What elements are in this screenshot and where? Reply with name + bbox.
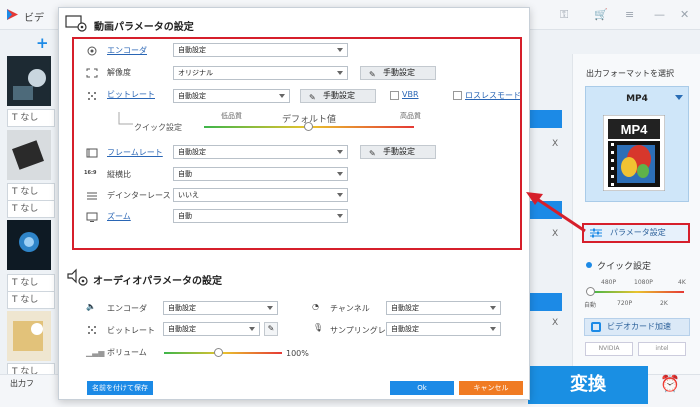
output-format-label: 出力フォーマットを選択 xyxy=(586,69,674,78)
format-name: MP4 xyxy=(626,94,648,104)
subtitle-selector[interactable]: T なし xyxy=(7,291,55,309)
audio-section-title: オーディオパラメータの設定 xyxy=(93,276,222,287)
cart-icon[interactable]: 🛒 xyxy=(594,8,608,21)
app-window: ビデ ⚿ 🛒 ≡ — ✕ + T なし T なし T なし T なし T なし … xyxy=(0,0,700,407)
subtitle-selector[interactable]: T なし xyxy=(7,109,55,127)
list-item-marker xyxy=(530,201,562,219)
tick-label: 480P xyxy=(601,279,617,286)
alarm-clock-icon[interactable]: ⏰ xyxy=(660,374,680,393)
tick-label: 4K xyxy=(678,279,686,286)
audio-bitrate-label: ビットレート xyxy=(107,326,155,335)
minimize-icon[interactable]: — xyxy=(654,8,665,21)
quick-setting-title: クイック設定 xyxy=(597,262,652,272)
channel-icon: ◔ xyxy=(312,302,319,311)
video-section-title: 動画パラメータの設定 xyxy=(94,22,194,33)
microphone-icon: 🎙 xyxy=(313,323,324,332)
close-icon[interactable]: ✕ xyxy=(680,8,689,21)
gpu-acceleration-label: ビデオカード加速 xyxy=(607,322,671,331)
ok-button[interactable]: Ok xyxy=(390,381,454,395)
mp4-icon-text: MP4 xyxy=(621,122,649,137)
save-as-button[interactable]: 名前を付けて保存 xyxy=(87,381,153,395)
remove-item-icon[interactable]: X xyxy=(552,318,558,328)
convert-button[interactable]: 変換 xyxy=(528,366,648,404)
video-thumbnail[interactable] xyxy=(7,56,51,106)
subtitle-selector[interactable]: T なし xyxy=(7,274,55,292)
add-file-button[interactable]: + xyxy=(36,34,49,52)
volume-value: 100% xyxy=(286,349,309,358)
format-selector[interactable]: MP4 MP4 xyxy=(585,86,689,202)
cancel-button[interactable]: キャンセル xyxy=(459,381,523,395)
quick-setting-slider-track[interactable] xyxy=(590,291,684,293)
output-folder-label: 出力フ xyxy=(10,379,34,388)
menu-icon[interactable]: ≡ xyxy=(625,8,634,21)
video-thumbnail[interactable] xyxy=(7,220,51,270)
audio-encoder-select[interactable]: 自動設定 xyxy=(163,301,278,315)
app-title: ビデ xyxy=(24,13,44,24)
sampling-rate-select[interactable]: 自動設定 xyxy=(386,322,501,336)
volume-slider-knob[interactable] xyxy=(214,348,223,357)
speaker-icon: 🔈 xyxy=(86,302,96,311)
volume-label: ボリューム xyxy=(107,348,147,357)
parameter-settings-button[interactable]: パラメータ設定 xyxy=(582,223,690,243)
sliders-icon xyxy=(590,228,602,238)
intel-badge: intel xyxy=(638,342,686,356)
highlight-box xyxy=(72,37,522,250)
chevron-down-icon xyxy=(675,95,683,100)
video-settings-icon xyxy=(65,15,87,32)
channel-select[interactable]: 自動設定 xyxy=(386,301,501,315)
remove-item-icon[interactable]: X xyxy=(552,229,558,239)
nvidia-badge: NVIDIA xyxy=(585,342,633,356)
quick-setting-dot-icon xyxy=(586,262,592,268)
list-item-marker xyxy=(530,293,562,311)
audio-bitrate-edit-icon[interactable]: ✎ xyxy=(264,322,278,336)
tick-label: 1080P xyxy=(634,279,653,286)
gpu-acceleration-button[interactable]: ビデオカード加速 xyxy=(584,318,690,336)
volume-icon: ▁▃▅ xyxy=(86,348,105,357)
subtitle-selector[interactable]: T なし xyxy=(7,200,55,218)
tick-label: 720P xyxy=(617,300,633,307)
video-thumbnail[interactable] xyxy=(7,311,51,361)
app-logo-icon xyxy=(7,9,18,20)
tick-label: 自動 xyxy=(584,302,597,309)
remove-item-icon[interactable]: X xyxy=(552,139,558,149)
audio-encoder-label: エンコーダ xyxy=(107,304,147,313)
subtitle-selector[interactable]: T なし xyxy=(7,183,55,201)
quick-setting-slider-knob[interactable] xyxy=(586,287,595,296)
audio-settings-icon xyxy=(67,268,88,286)
parameter-settings-label: パラメータ設定 xyxy=(610,228,666,237)
audio-bitrate-icon xyxy=(88,326,96,334)
key-icon[interactable]: ⚿ xyxy=(560,8,568,22)
channel-label: チャンネル xyxy=(330,304,370,313)
mp4-file-icon: MP4 xyxy=(603,115,665,191)
list-item-marker xyxy=(530,110,562,128)
video-thumbnail[interactable] xyxy=(7,130,51,180)
tick-label: 2K xyxy=(660,300,668,307)
volume-slider-track[interactable] xyxy=(164,352,282,354)
gpu-icon xyxy=(591,322,601,332)
audio-bitrate-select[interactable]: 自動設定 xyxy=(163,322,260,336)
